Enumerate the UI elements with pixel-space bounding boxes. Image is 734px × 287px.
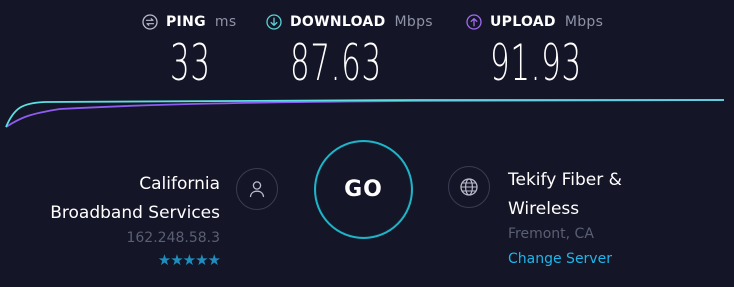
change-server-link[interactable]: Change Server (508, 248, 622, 270)
go-button[interactable]: GO (314, 140, 413, 239)
upload-metric: UPLOAD Mbps 91.93 (466, 14, 638, 94)
ping-metric: PING ms 33 (142, 14, 236, 94)
user-icon (249, 181, 265, 198)
ping-header: PING ms (142, 14, 236, 30)
download-value: 87.63 (290, 34, 382, 92)
upload-arrow-icon (466, 14, 482, 30)
globe-icon-button[interactable] (448, 166, 490, 208)
download-metric: DOWNLOAD Mbps 87.63 (266, 14, 438, 94)
download-graph-line (5, 99, 724, 128)
upload-value: 91.93 (490, 34, 582, 92)
isp-name-line2: Broadband Services (50, 203, 220, 223)
isp-rating-stars: ★★★★★ (157, 251, 221, 269)
isp-ip-address: 162.248.58.3 (126, 230, 220, 246)
server-info: Tekify Fiber & Wireless Fremont, CA Chan… (508, 166, 622, 270)
server-location: Fremont, CA (508, 226, 594, 242)
download-unit: Mbps (394, 14, 433, 30)
isp-info: California Broadband Services 162.248.58… (30, 170, 221, 270)
download-arrow-icon (266, 14, 282, 30)
server-name-line1: Tekify Fiber & (508, 170, 622, 190)
ping-icon (142, 14, 158, 30)
upload-label: UPLOAD (490, 14, 556, 30)
upload-graph-line (5, 99, 725, 128)
download-header: DOWNLOAD Mbps (266, 14, 438, 30)
download-label: DOWNLOAD (290, 14, 386, 30)
go-button-label: GO (344, 177, 383, 202)
server-name-line2: Wireless (508, 199, 580, 219)
upload-unit: Mbps (564, 14, 604, 30)
ping-label: PING (166, 14, 206, 30)
globe-icon (460, 178, 478, 196)
speed-graph (5, 99, 725, 128)
upload-header: UPLOAD Mbps (466, 14, 638, 30)
user-icon-button[interactable] (236, 168, 278, 210)
ping-unit: ms (214, 14, 237, 30)
isp-name-line1: California (139, 174, 220, 194)
ping-value: 33 (170, 34, 211, 92)
